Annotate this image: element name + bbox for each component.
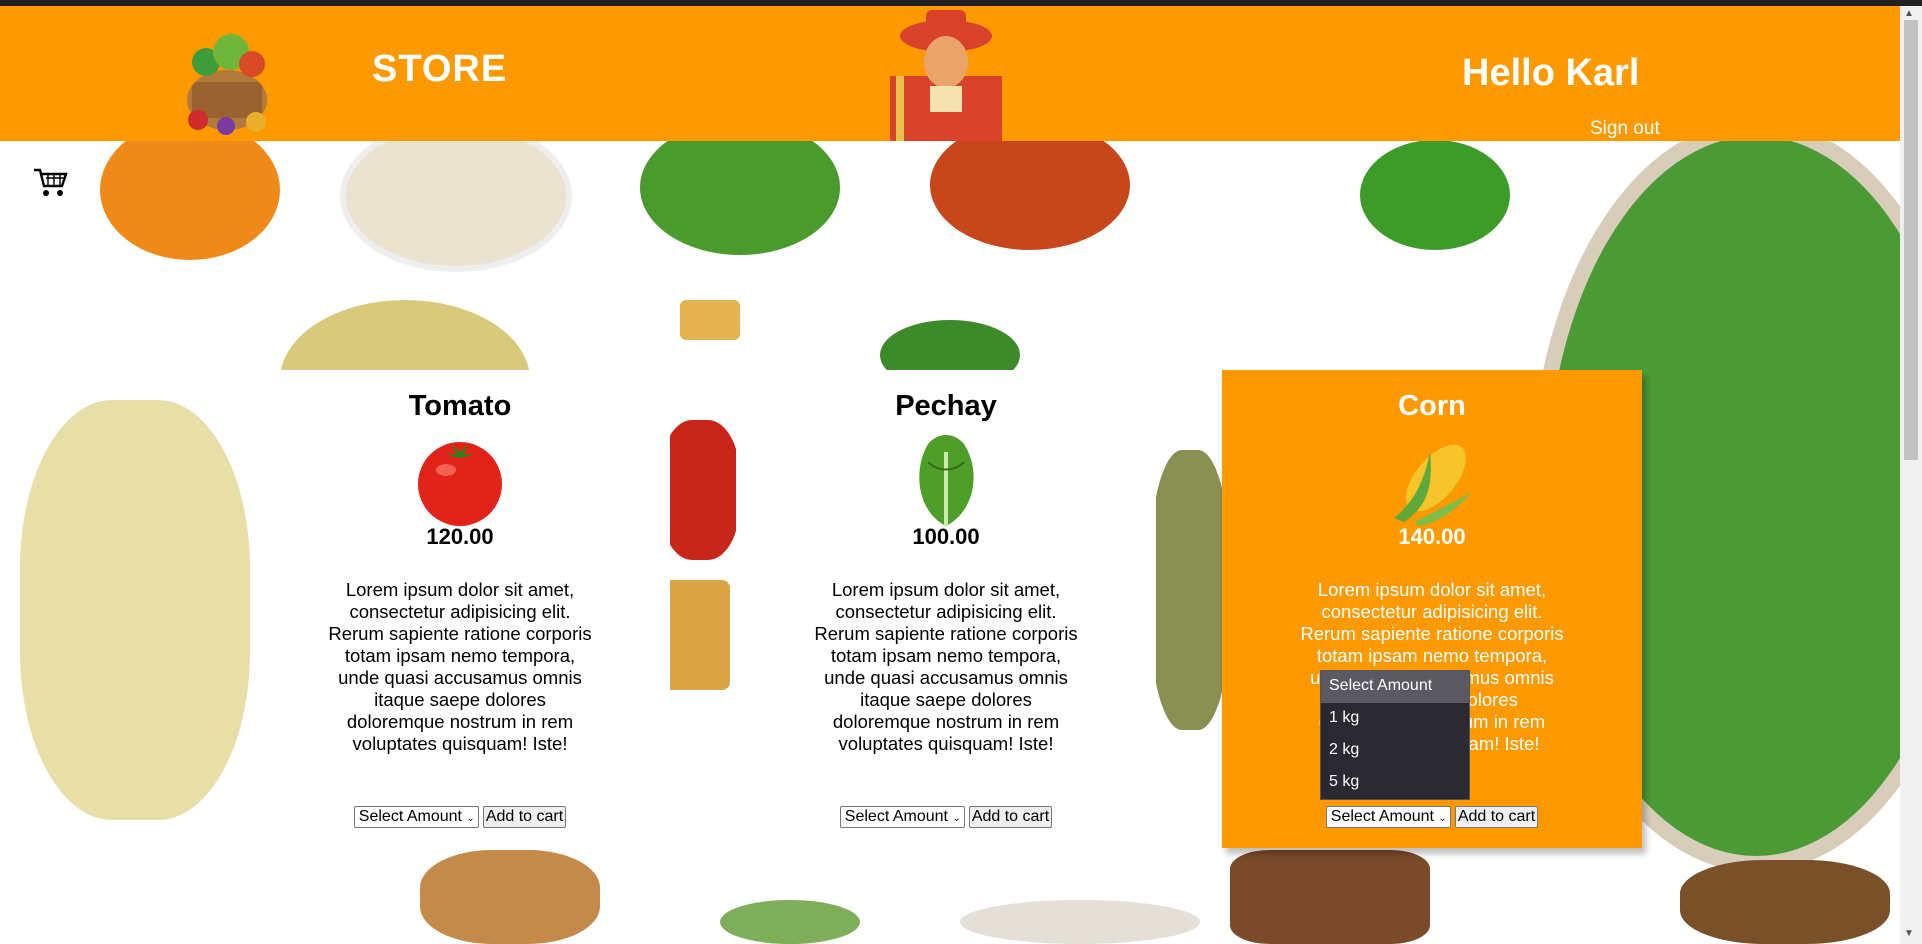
dropdown-option[interactable]: 5 kg [1321, 767, 1469, 799]
scroll-up-icon[interactable]: ▲ [1904, 8, 1914, 19]
header-bar: STORE Hello Karl Sign out [0, 6, 1900, 141]
amount-select-value: Select Amount [1330, 808, 1434, 825]
add-to-cart-button[interactable]: Add to cart [968, 806, 1053, 828]
dropdown-option[interactable]: Select Amount [1321, 671, 1469, 703]
product-name: Corn [1398, 390, 1466, 422]
amount-select-value: Select Amount [358, 808, 462, 825]
amount-select[interactable]: Select Amount ⌄ [353, 806, 479, 828]
product-price: 100.00 [912, 524, 980, 549]
scroll-down-icon[interactable]: ▼ [1904, 928, 1914, 939]
amount-select[interactable]: Select Amount ⌄ [839, 806, 965, 828]
corn-image [1394, 444, 1472, 526]
product-description: Lorem ipsum dolor sit amet, consectetur … [328, 579, 592, 754]
product-description: Lorem ipsum dolor sit amet, consectetur … [814, 579, 1078, 754]
farmer-logo [890, 10, 1002, 141]
cart-icon[interactable] [32, 166, 68, 198]
signout-link[interactable]: Sign out [1590, 118, 1660, 140]
amount-select-value: Select Amount [844, 808, 948, 825]
dropdown-option[interactable]: 1 kg [1321, 703, 1469, 735]
scrollbar-thumb[interactable] [1904, 20, 1918, 460]
dropdown-option[interactable]: 2 kg [1321, 735, 1469, 767]
product-name: Tomato [408, 390, 512, 422]
chevron-down-icon: ⌄ [1438, 813, 1447, 824]
greeting: Hello Karl [1462, 52, 1640, 94]
chevron-down-icon: ⌄ [466, 813, 475, 824]
product-card-pechay: Pechay 100.00 Lorem ipsum dolor sit amet… [736, 370, 1156, 848]
add-to-cart-button[interactable]: Add to cart [482, 806, 567, 828]
store-title: STORE [372, 48, 508, 90]
vegetable-basket-logo [187, 34, 267, 135]
tomato-image [418, 442, 502, 526]
add-to-cart-button[interactable]: Add to cart [1454, 806, 1539, 828]
product-price: 120.00 [426, 524, 494, 549]
product-card-tomato: Tomato 120.00 Lorem ipsum dolor sit amet… [250, 370, 670, 848]
amount-dropdown-menu: Select Amount 1 kg 2 kg 5 kg [1320, 670, 1470, 800]
amount-select[interactable]: Select Amount ⌄ [1325, 806, 1451, 828]
product-name: Pechay [895, 390, 997, 422]
pechay-image [919, 435, 974, 526]
product-price: 140.00 [1398, 524, 1466, 549]
chevron-down-icon: ⌄ [952, 813, 961, 824]
